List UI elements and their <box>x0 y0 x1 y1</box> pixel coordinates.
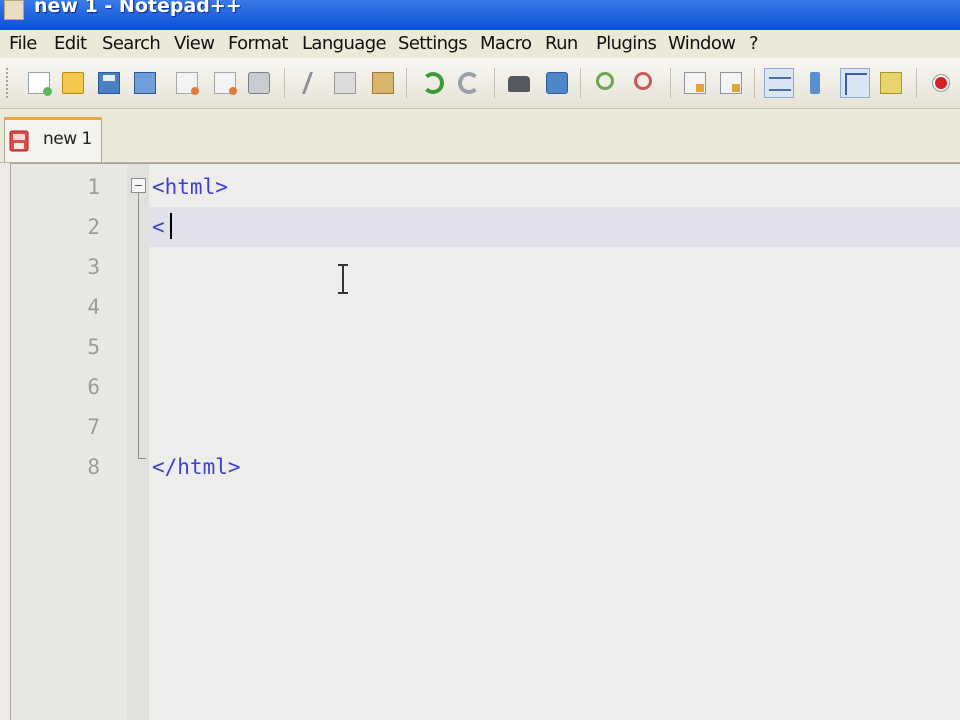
tab-label: new 1 <box>43 129 92 149</box>
indent-guide-button[interactable] <box>840 68 870 98</box>
copy-icon <box>334 72 356 94</box>
zoom-out-icon <box>634 72 652 90</box>
line-number: 5 <box>87 335 100 359</box>
print-icon <box>248 72 270 94</box>
indent-guide-icon <box>845 73 867 95</box>
menu-settings[interactable]: Settings <box>398 32 468 56</box>
replace-icon <box>546 72 568 94</box>
menu-language[interactable]: Language <box>302 32 387 56</box>
toolbar-separator <box>580 68 581 98</box>
menu-macro[interactable]: Macro <box>480 32 532 56</box>
tab-bar: new 1 <box>0 109 960 163</box>
record-macro-icon <box>933 75 949 91</box>
cut-icon <box>301 72 319 94</box>
undo-button[interactable] <box>418 68 448 98</box>
menu-file[interactable]: File <box>9 32 37 56</box>
close-all-icon <box>214 72 237 95</box>
menu-run[interactable]: Run <box>545 32 578 56</box>
save-all-icon <box>134 72 156 94</box>
line-number-margin[interactable] <box>11 164 127 720</box>
copy-button[interactable] <box>330 68 360 98</box>
zoom-in-button[interactable] <box>592 68 622 98</box>
line-number: 3 <box>87 255 100 279</box>
menu-view[interactable]: View <box>174 32 215 56</box>
toolbar-separator <box>406 68 407 98</box>
save-icon <box>98 72 120 94</box>
menu-format[interactable]: Format <box>228 32 288 56</box>
zoom-in-icon <box>596 72 614 90</box>
user-language-icon <box>880 72 902 94</box>
menu-edit[interactable]: Edit <box>54 32 87 56</box>
new-file-icon <box>28 72 52 96</box>
toolbar <box>0 58 960 109</box>
undo-icon <box>422 72 444 94</box>
sync-horizontal-icon <box>720 72 742 94</box>
menu-bar: File Edit Search View Format Language Se… <box>0 30 960 58</box>
redo-icon <box>458 72 480 94</box>
toolbar-separator <box>754 68 755 98</box>
redo-button[interactable] <box>454 68 484 98</box>
line-number: 6 <box>87 375 100 399</box>
fold-collapse-icon[interactable] <box>131 178 146 193</box>
sync-horizontal-button[interactable] <box>716 68 746 98</box>
zoom-out-button[interactable] <box>630 68 660 98</box>
toolbar-grip[interactable] <box>6 68 11 98</box>
sync-vertical-icon <box>684 72 706 94</box>
menu-search[interactable]: Search <box>102 32 161 56</box>
fold-end-marker <box>138 458 146 459</box>
open-file-button[interactable] <box>58 68 88 98</box>
new-file-button[interactable] <box>24 68 54 98</box>
notepad-app-icon[interactable] <box>4 0 24 20</box>
window-title: new 1 - Notepad++ <box>34 0 242 17</box>
open-file-icon <box>62 72 84 94</box>
menu-window[interactable]: Window <box>668 32 736 56</box>
title-bar: new 1 - Notepad++ <box>0 0 960 30</box>
replace-button[interactable] <box>542 68 572 98</box>
sync-vertical-button[interactable] <box>680 68 710 98</box>
current-line-highlight <box>149 207 960 247</box>
code-line[interactable]: </html> <box>152 455 241 479</box>
menu-plugins[interactable]: Plugins <box>596 32 657 56</box>
tab-new-1[interactable]: new 1 <box>4 117 102 162</box>
save-all-button[interactable] <box>130 68 160 98</box>
close-button[interactable] <box>172 68 202 98</box>
ibeam-cursor-icon <box>338 264 348 294</box>
cut-button[interactable] <box>294 68 324 98</box>
close-icon <box>176 72 199 95</box>
line-number: 4 <box>87 295 100 319</box>
toolbar-separator <box>494 68 495 98</box>
text-caret <box>170 213 172 239</box>
line-number: 8 <box>87 455 100 479</box>
menu-help[interactable]: ? <box>749 32 759 56</box>
fold-guide-line <box>138 193 139 459</box>
line-number: 7 <box>87 415 100 439</box>
toolbar-separator <box>916 68 917 98</box>
code-line[interactable]: < <box>152 215 165 239</box>
paste-button[interactable] <box>368 68 398 98</box>
code-line[interactable]: <html> <box>152 175 228 199</box>
record-macro-button[interactable] <box>926 68 956 98</box>
find-button[interactable] <box>504 68 534 98</box>
show-all-characters-icon <box>810 72 820 94</box>
word-wrap-icon <box>769 77 791 91</box>
toolbar-separator <box>670 68 671 98</box>
line-number: 1 <box>87 175 100 199</box>
unsaved-file-icon <box>9 130 29 152</box>
paste-icon <box>372 72 394 94</box>
toolbar-separator <box>284 68 285 98</box>
user-language-button[interactable] <box>876 68 906 98</box>
show-all-characters-button[interactable] <box>800 68 830 98</box>
close-all-button[interactable] <box>210 68 240 98</box>
line-number: 2 <box>87 215 100 239</box>
save-button[interactable] <box>94 68 124 98</box>
print-button[interactable] <box>244 68 274 98</box>
word-wrap-button[interactable] <box>764 68 794 98</box>
find-icon <box>508 76 530 92</box>
